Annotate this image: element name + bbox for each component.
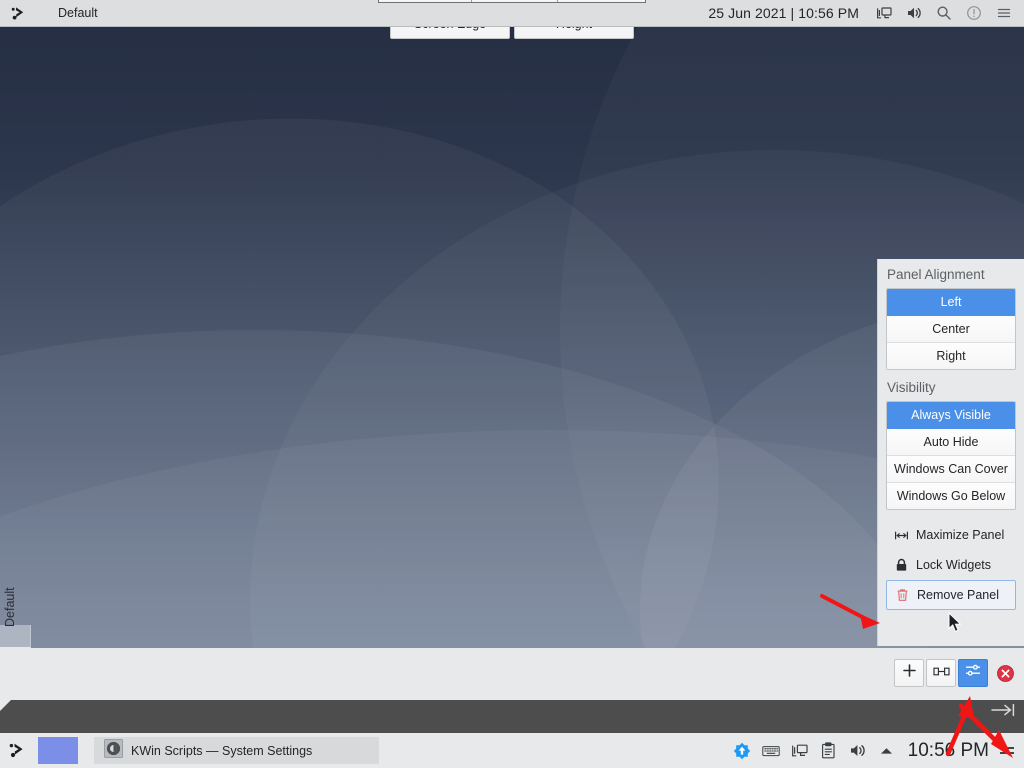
- top-panel: Default 25 Jun 2021 | 10:56 PM: [0, 0, 1024, 27]
- visibility-option-auto-hide[interactable]: Auto Hide: [887, 429, 1015, 456]
- sliders-icon: [965, 663, 981, 683]
- panel-sizing-band[interactable]: [0, 700, 1024, 733]
- taskbar-clock[interactable]: 10:56 PM: [908, 740, 989, 762]
- display-network-icon[interactable]: [791, 742, 809, 760]
- activity-title: Default: [58, 6, 98, 20]
- kwin-scripts-icon: [104, 738, 123, 763]
- panel-alignment-heading: Panel Alignment: [887, 267, 985, 282]
- close-config-button[interactable]: [997, 665, 1014, 682]
- lock-icon: [894, 558, 909, 573]
- trash-icon: [895, 588, 910, 603]
- software-update-icon[interactable]: [733, 742, 751, 760]
- plus-icon: [902, 663, 917, 683]
- bottom-taskbar: KWin Scripts — System Settings 10:56 PM: [0, 733, 1024, 768]
- add-widgets-button[interactable]: [894, 659, 924, 687]
- visibility-option-always-visible[interactable]: Always Visible: [887, 402, 1015, 429]
- display-network-icon[interactable]: [875, 5, 892, 22]
- plasma-launcher-icon[interactable]: [0, 0, 38, 27]
- remove-panel-label: Remove Panel: [917, 588, 999, 602]
- maximize-panel-action[interactable]: Maximize Panel: [886, 520, 1016, 550]
- resize-arrow-icon: [990, 702, 1016, 721]
- plasma-launcher-icon[interactable]: [0, 733, 36, 768]
- visibility-group: Always Visible Auto Hide Windows Can Cov…: [886, 401, 1016, 510]
- left-panel-fragment-label-top: Default: [3, 587, 17, 627]
- add-spacer-button[interactable]: [926, 659, 956, 687]
- remove-panel-action[interactable]: Remove Panel: [886, 580, 1016, 610]
- more-settings-button[interactable]: [958, 659, 988, 687]
- maximize-panel-label: Maximize Panel: [916, 528, 1005, 542]
- hamburger-menu-icon[interactable]: [995, 5, 1012, 22]
- maximize-panel-icon: [894, 528, 909, 543]
- search-icon[interactable]: [935, 5, 952, 22]
- alignment-option-right[interactable]: Right: [887, 343, 1015, 369]
- spacer-icon: [932, 664, 950, 682]
- top-panel-system-tray: [875, 5, 1012, 22]
- clipboard-icon[interactable]: [820, 742, 838, 760]
- visibility-option-windows-can-cover[interactable]: Windows Can Cover: [887, 456, 1015, 483]
- keyboard-icon[interactable]: [761, 742, 780, 760]
- visibility-option-windows-go-below[interactable]: Windows Go Below: [887, 483, 1015, 509]
- mouse-cursor: [948, 612, 962, 633]
- show-hidden-icon[interactable]: [878, 742, 896, 760]
- hamburger-menu-icon[interactable]: [998, 742, 1016, 760]
- alignment-option-center[interactable]: Center: [887, 316, 1015, 343]
- volume-icon[interactable]: [905, 5, 922, 22]
- visibility-heading: Visibility: [887, 380, 936, 395]
- panel-alignment-group: Left Center Right: [886, 288, 1016, 370]
- left-panel-fragment-top: Default: [0, 587, 31, 647]
- desktop-screen: Default 25 Jun 2021 | 10:56 PM Default P…: [0, 0, 1024, 768]
- top-panel-clock[interactable]: 25 Jun 2021 | 10:56 PM: [708, 5, 859, 21]
- partial-window-sliver: [378, 0, 646, 3]
- taskbar-task-item[interactable]: KWin Scripts — System Settings: [94, 737, 379, 764]
- band-corner-notch: [0, 700, 11, 711]
- lock-widgets-action[interactable]: Lock Widgets: [886, 550, 1016, 580]
- notifications-icon[interactable]: [965, 5, 982, 22]
- alignment-option-left[interactable]: Left: [887, 289, 1015, 316]
- lock-widgets-label: Lock Widgets: [916, 558, 992, 572]
- taskbar-task-label: KWin Scripts — System Settings: [131, 743, 313, 758]
- pager-widget[interactable]: [38, 737, 78, 764]
- panel-settings-dialog: Panel Alignment Left Center Right Visibi…: [877, 259, 1024, 646]
- panel-config-strip: [0, 648, 1024, 700]
- taskbar-system-tray: [733, 742, 896, 760]
- volume-icon[interactable]: [849, 742, 867, 760]
